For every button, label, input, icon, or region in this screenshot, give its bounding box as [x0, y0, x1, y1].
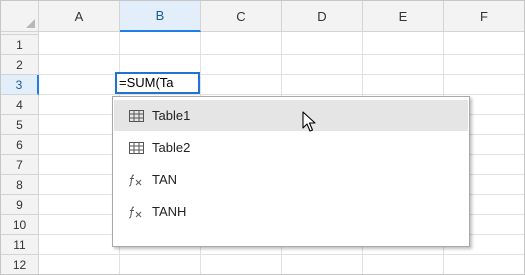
grid-line	[39, 94, 524, 95]
row-header-gap	[1, 32, 39, 35]
function-icon	[128, 172, 144, 188]
row-header-12[interactable]: 12	[1, 255, 39, 274]
autocomplete-item-table2[interactable]: Table2	[114, 132, 468, 163]
mouse-pointer-icon	[302, 111, 316, 132]
function-icon	[128, 204, 144, 220]
row-header-9[interactable]: 9	[1, 195, 39, 215]
spreadsheet-grid[interactable]: A B C D E F 1 2 3 4 5 6 7 8 9 10 11 12 =…	[0, 0, 525, 275]
autocomplete-item-label: TANH	[152, 204, 187, 219]
table-icon	[128, 140, 144, 156]
formula-autocomplete-list[interactable]: Table1 Table2 TAN TANH	[112, 96, 470, 247]
column-header-a[interactable]: A	[39, 1, 120, 32]
row-header-11[interactable]: 11	[1, 235, 39, 255]
row-header-4[interactable]: 4	[1, 95, 39, 115]
autocomplete-item-label: Table1	[152, 108, 191, 123]
autocomplete-item-label: Table2	[152, 140, 191, 155]
row-header-7[interactable]: 7	[1, 155, 39, 175]
grid-line	[39, 254, 524, 255]
row-header-10[interactable]: 10	[1, 215, 39, 235]
autocomplete-item-table1[interactable]: Table1	[114, 100, 468, 131]
column-header-f[interactable]: F	[444, 1, 524, 32]
row-header-3[interactable]: 3	[1, 75, 39, 95]
grid-line	[39, 54, 524, 55]
row-header-2[interactable]: 2	[1, 55, 39, 75]
table-icon	[128, 108, 144, 124]
column-header-d[interactable]: D	[282, 1, 363, 32]
column-header-e[interactable]: E	[363, 1, 444, 32]
row-header-5[interactable]: 5	[1, 115, 39, 135]
select-all-corner[interactable]	[1, 1, 39, 32]
grid-line	[39, 74, 524, 75]
column-header-c[interactable]: C	[201, 1, 282, 32]
row-header-1[interactable]: 1	[1, 35, 39, 55]
autocomplete-item-label: TAN	[152, 172, 178, 187]
autocomplete-item-tan[interactable]: TAN	[114, 164, 468, 195]
row-header-8[interactable]: 8	[1, 175, 39, 195]
active-cell-editor[interactable]: =SUM(Ta	[115, 72, 200, 94]
column-header-b[interactable]: B	[120, 1, 201, 32]
row-header-6[interactable]: 6	[1, 135, 39, 155]
autocomplete-item-tanh[interactable]: TANH	[114, 196, 468, 227]
